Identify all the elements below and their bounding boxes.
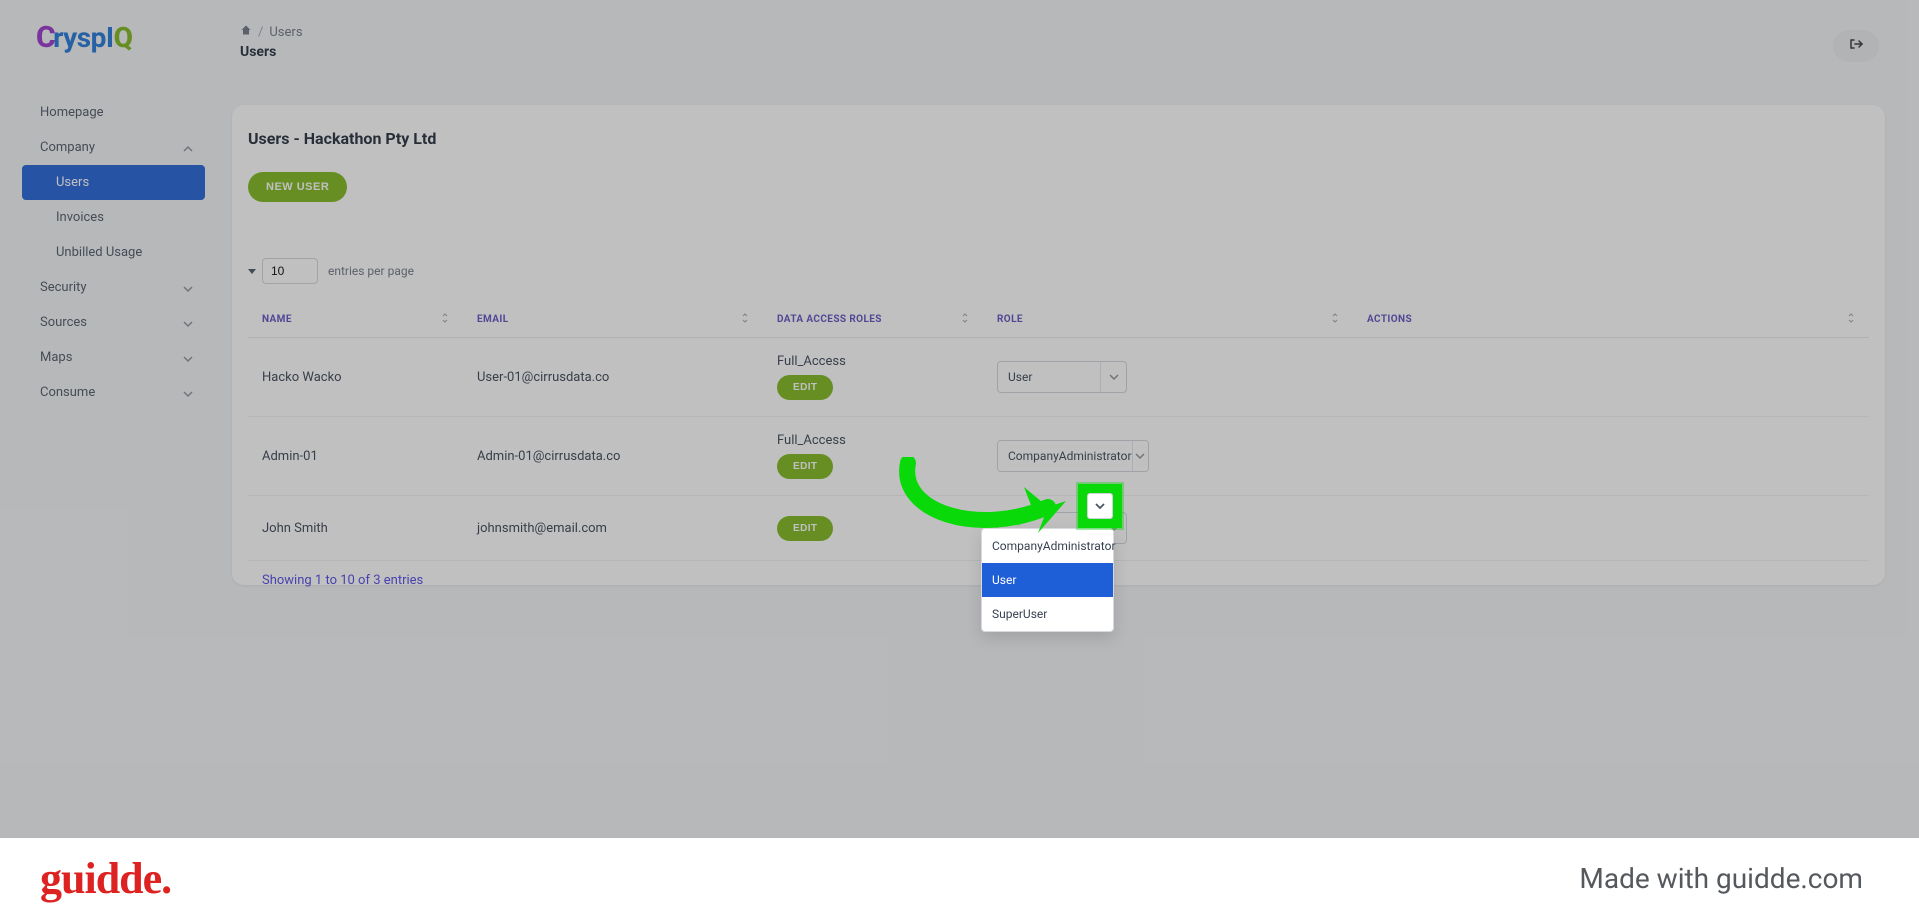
chevron-down-icon	[183, 318, 193, 328]
sidebar-item-users[interactable]: Users	[22, 165, 205, 200]
entries-per-page-label: entries per page	[328, 264, 414, 278]
edit-roles-button[interactable]: EDIT	[777, 375, 833, 400]
chevron-down-icon	[183, 283, 193, 293]
annotation-highlight-square	[1078, 484, 1122, 528]
sidebar-item-label: Unbilled Usage	[56, 245, 142, 260]
sidebar-item-label: Users	[56, 175, 89, 190]
cell-name: Admin-01	[248, 417, 463, 496]
col-header-data-access-roles[interactable]: DATA ACCESS ROLES	[763, 302, 983, 338]
sidebar-item-label: Homepage	[40, 105, 104, 120]
sidebar-item-company[interactable]: Company	[0, 130, 215, 165]
role-select[interactable]: User	[997, 361, 1127, 393]
topbar: / Users Users	[240, 24, 1879, 74]
sidebar: CryspIQ Homepage Company Users Invoices …	[0, 0, 215, 680]
chevron-down-icon	[1132, 441, 1148, 471]
entries-per-page-input[interactable]	[262, 258, 318, 284]
breadcrumb: / Users	[240, 24, 1879, 40]
edit-roles-button[interactable]: EDIT	[777, 516, 833, 541]
sidebar-item-label: Sources	[40, 315, 87, 330]
guidde-logo: guidde.	[40, 853, 171, 904]
cell-actions	[1353, 338, 1869, 417]
cell-roles: Full_Access EDIT	[763, 338, 983, 417]
cell-email: johnsmith@email.com	[463, 496, 763, 561]
app-logo: CryspIQ	[36, 20, 215, 55]
breadcrumb-separator: /	[258, 25, 263, 40]
annotation-arrow-icon	[888, 457, 1088, 547]
cell-email: User-01@cirrusdata.co	[463, 338, 763, 417]
sort-icon	[961, 312, 969, 327]
chevron-down-icon	[1100, 362, 1126, 392]
col-header-actions[interactable]: ACTIONS	[1353, 302, 1869, 338]
sidebar-item-label: Company	[40, 140, 95, 155]
sidebar-item-security[interactable]: Security	[0, 270, 215, 305]
sidebar-nav: Homepage Company Users Invoices Unbilled…	[0, 95, 215, 410]
cell-role: User	[983, 338, 1353, 417]
cell-actions	[1353, 417, 1869, 496]
sort-icon	[741, 312, 749, 327]
sidebar-item-unbilled-usage[interactable]: Unbilled Usage	[0, 235, 215, 270]
sidebar-item-label: Consume	[40, 385, 95, 400]
chevron-down-icon	[183, 388, 193, 398]
sidebar-item-consume[interactable]: Consume	[0, 375, 215, 410]
sidebar-item-label: Security	[40, 280, 87, 295]
footer-banner: guidde. Made with guidde.com	[0, 838, 1919, 918]
logout-icon	[1848, 36, 1864, 56]
sidebar-item-homepage[interactable]: Homepage	[0, 95, 215, 130]
cell-name: Hacko Wacko	[248, 338, 463, 417]
sort-icon	[1331, 312, 1339, 327]
home-icon[interactable]	[240, 24, 252, 40]
chevron-down-icon	[1087, 493, 1113, 519]
edit-roles-button[interactable]: EDIT	[777, 454, 833, 479]
role-option-user[interactable]: User	[982, 563, 1113, 597]
table-header-row: NAME EMAIL DATA ACCESS ROLES ROLE	[248, 302, 1869, 338]
col-header-name[interactable]: NAME	[248, 302, 463, 338]
roles-value: Full_Access	[777, 354, 846, 369]
breadcrumb-current: Users	[269, 25, 302, 40]
sidebar-item-maps[interactable]: Maps	[0, 340, 215, 375]
chevron-up-icon	[183, 143, 193, 153]
sidebar-item-invoices[interactable]: Invoices	[0, 200, 215, 235]
card-title: Users - Hackathon Pty Ltd	[248, 129, 1869, 148]
role-select-value: User	[1008, 370, 1032, 384]
roles-value: Full_Access	[777, 433, 846, 448]
cell-actions	[1353, 496, 1869, 561]
made-with-text: Made with guidde.com	[1579, 862, 1863, 895]
col-header-email[interactable]: EMAIL	[463, 302, 763, 338]
role-option-superuser[interactable]: SuperUser	[982, 597, 1113, 631]
table-row: Hacko Wacko User-01@cirrusdata.co Full_A…	[248, 338, 1869, 417]
chevron-down-icon	[183, 353, 193, 363]
entries-per-page-row: entries per page	[248, 258, 1869, 284]
app-root: CryspIQ Homepage Company Users Invoices …	[0, 0, 1919, 918]
sidebar-item-sources[interactable]: Sources	[0, 305, 215, 340]
sidebar-item-label: Invoices	[56, 210, 104, 225]
page-title: Users	[240, 44, 1879, 60]
sort-icon	[441, 312, 449, 327]
sidebar-item-label: Maps	[40, 350, 72, 365]
new-user-button[interactable]: NEW USER	[248, 172, 347, 202]
caret-down-icon	[248, 269, 256, 274]
cell-email: Admin-01@cirrusdata.co	[463, 417, 763, 496]
col-header-role[interactable]: ROLE	[983, 302, 1353, 338]
cell-name: John Smith	[248, 496, 463, 561]
logout-button[interactable]	[1833, 30, 1879, 62]
sort-icon	[1847, 312, 1855, 327]
